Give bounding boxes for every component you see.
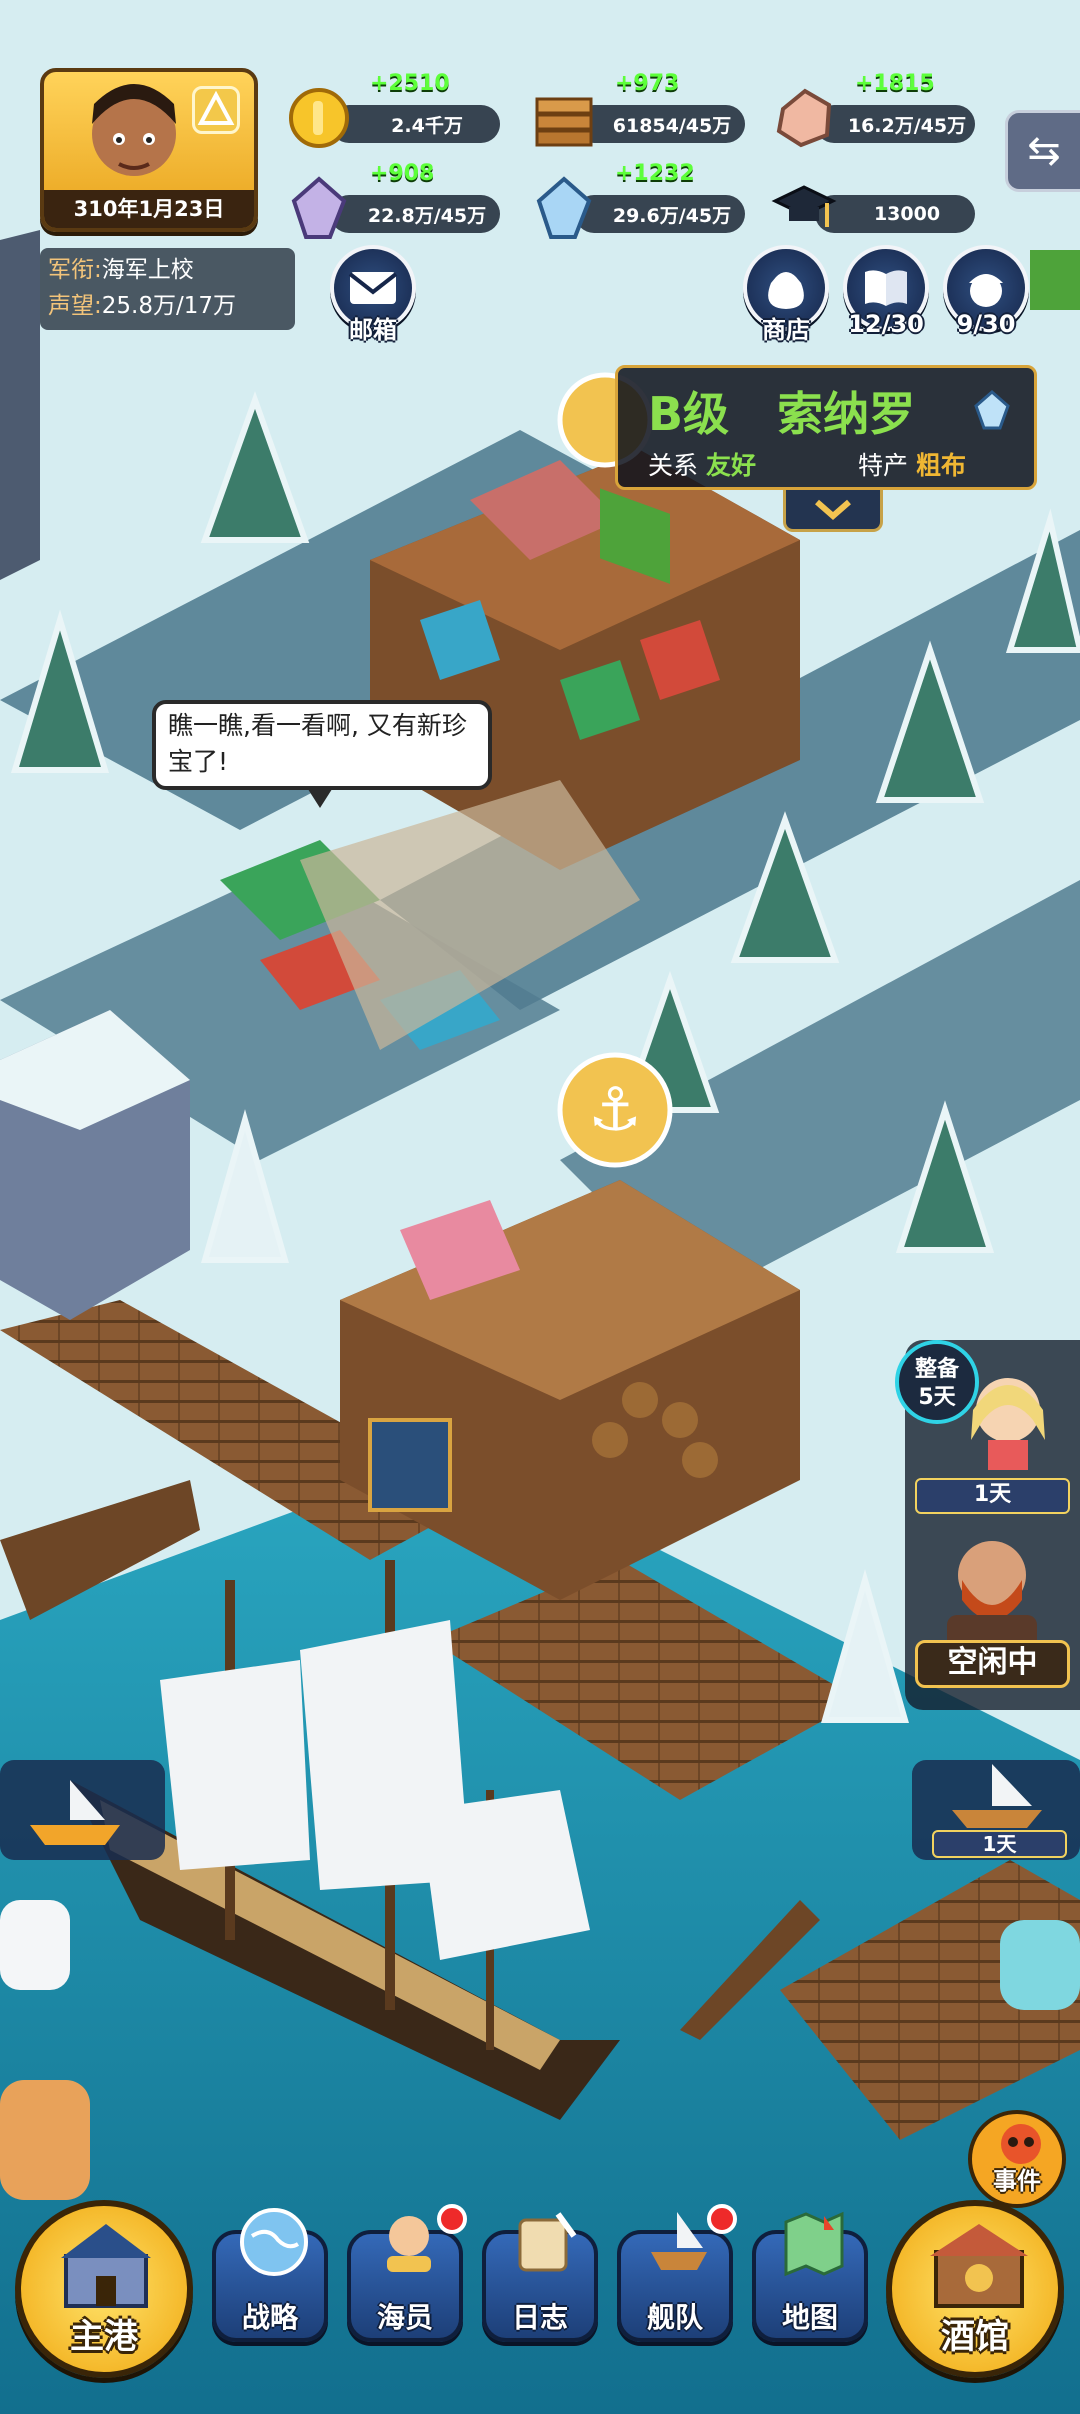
sailor-head-icon [969, 274, 1003, 307]
swap-arrows-button[interactable]: ⇆ [1005, 110, 1080, 192]
map-icon [784, 2211, 844, 2277]
event-label: 事件 [993, 2167, 1041, 2195]
boat-days-value: 1天 [982, 1832, 1017, 1856]
nav-map-label: 地图 [781, 2301, 838, 2334]
game-world[interactable]: ⚓ [0, 0, 1080, 2414]
city-grade: B级 [648, 387, 730, 441]
ore-resource[interactable]: +1815 16.2万/45万 [776, 71, 975, 148]
sailing-ship-icon [952, 1764, 1042, 1828]
gold-resource[interactable]: +2510 2.4千万 [289, 71, 500, 148]
left-boat-card[interactable] [0, 1760, 165, 1860]
blue-diamond-icon [536, 176, 592, 239]
purple-crystal-icon [291, 176, 347, 239]
fame-value: 25.8万/17万 [101, 293, 236, 319]
idle-status: 空闲中 [915, 1640, 1070, 1688]
envelope-icon [348, 272, 398, 304]
wood-planks-icon [535, 97, 593, 147]
nav-journal-label: 日志 [511, 2301, 568, 2334]
graduation-cap-icon [771, 185, 837, 227]
npc-speech-bubble: 瞧一瞧,看一看啊, 又有新珍宝了! [152, 700, 492, 808]
blonde-captain-avatar[interactable] [953, 1360, 1063, 1470]
ore-gain: +1815 [855, 71, 935, 96]
sailor-avatar-icon [387, 2216, 431, 2272]
money-bag-icon [768, 272, 804, 309]
nav-map-button[interactable]: 地图 [752, 2211, 868, 2342]
specialty-label: 特产 [858, 451, 909, 480]
open-book-icon [865, 270, 907, 306]
wood-value: 61854/45万 [575, 105, 745, 143]
city-name: 索纳罗 [777, 387, 916, 441]
ore-stone-icon [776, 88, 832, 148]
event-button[interactable]: 事件 [968, 2110, 1066, 2208]
crew-count-label: 9/30 [956, 310, 1016, 338]
city-title: B级 索纳罗 [648, 378, 915, 444]
rank-value: 海军上校 [101, 257, 194, 283]
city-specialty: 特产 粗布 [858, 446, 966, 482]
nav-strategy-label: 战略 [241, 2301, 298, 2334]
crew-notification-dot [437, 2204, 467, 2234]
right-boat-card[interactable]: 1天 [912, 1760, 1080, 1860]
captain-status-panel[interactable]: 整备 5天 1天 空闲中 [895, 1340, 1080, 1710]
small-boat-icon [30, 1780, 120, 1845]
relation-value: 友好 [705, 451, 756, 480]
crystal-resource[interactable]: +908 22.8万/45万 [291, 161, 500, 239]
nav-home-port-button[interactable]: 主港 [15, 2200, 193, 2378]
svg-text:⚓: ⚓ [588, 1075, 642, 1145]
port-building-icon [61, 2224, 151, 2308]
nav-tavern-button[interactable]: 酒馆 [886, 2200, 1064, 2378]
rank-label: 军衔: [48, 257, 102, 283]
diamond-gain: +1232 [615, 161, 695, 186]
player-avatar-card[interactable]: 310年1月23日 [40, 68, 258, 232]
captain-days-value: 1天 [973, 1482, 1012, 1507]
bearded-captain-avatar[interactable] [927, 1520, 1057, 1650]
scholar-value: 13000 [815, 195, 975, 233]
nav-crew-label: 海员 [376, 2301, 433, 2334]
tavern-building-icon [930, 2224, 1028, 2308]
fleet-notification-dot [707, 2204, 737, 2234]
nav-tavern-label: 酒馆 [941, 2317, 1009, 2357]
wood-gain: +973 [615, 71, 680, 96]
fleet-ship-icon [651, 2212, 707, 2270]
crystal-value: 22.8万/45万 [330, 195, 500, 233]
relation-label: 关系 [648, 451, 699, 480]
blue-gem-icon [974, 390, 1010, 430]
nav-crew-button[interactable]: 海员 [347, 2204, 467, 2342]
nav-journal-button[interactable]: 日志 [482, 2212, 598, 2342]
nav-home-label: 主港 [70, 2317, 138, 2357]
captain-days-tag: 1天 [915, 1478, 1070, 1514]
nav-strategy-button[interactable]: 战略 [212, 2208, 328, 2342]
globe-icon [240, 2208, 308, 2276]
city-panel-expand-button[interactable] [783, 490, 883, 532]
swap-arrows-icon: ⇆ [1027, 128, 1061, 174]
gold-value: 2.4千万 [330, 105, 500, 143]
rank-badge-icon[interactable] [192, 86, 240, 134]
mail-label: 邮箱 [349, 316, 397, 344]
chevron-down-icon [815, 499, 851, 520]
diamond-resource[interactable]: +1232 29.6万/45万 [536, 161, 745, 239]
crystal-gain: +908 [370, 161, 435, 186]
wood-resource[interactable]: +973 61854/45万 [535, 71, 745, 147]
gold-coin-icon [289, 88, 349, 148]
ore-value: 16.2万/45万 [815, 105, 975, 143]
specialty-value: 粗布 [915, 451, 966, 480]
scroll-quill-icon [518, 2212, 577, 2272]
player-info-box: 军衔:海军上校 声望:25.8万/17万 [40, 248, 295, 330]
game-date: 310年1月23日 [44, 190, 254, 228]
fame-label: 声望: [48, 293, 102, 319]
nav-fleet-label: 舰队 [646, 2301, 703, 2334]
scholar-resource[interactable]: 13000 [771, 185, 975, 235]
diamond-value: 29.6万/45万 [575, 195, 745, 233]
gold-gain: +2510 [370, 71, 450, 96]
city-info-panel[interactable]: B级 索纳罗 关系 友好 特产 粗布 [615, 365, 1037, 490]
city-relation: 关系 友好 [648, 446, 756, 482]
nav-fleet-button[interactable]: 舰队 [617, 2204, 737, 2342]
boat-days-tag: 1天 [932, 1830, 1067, 1858]
